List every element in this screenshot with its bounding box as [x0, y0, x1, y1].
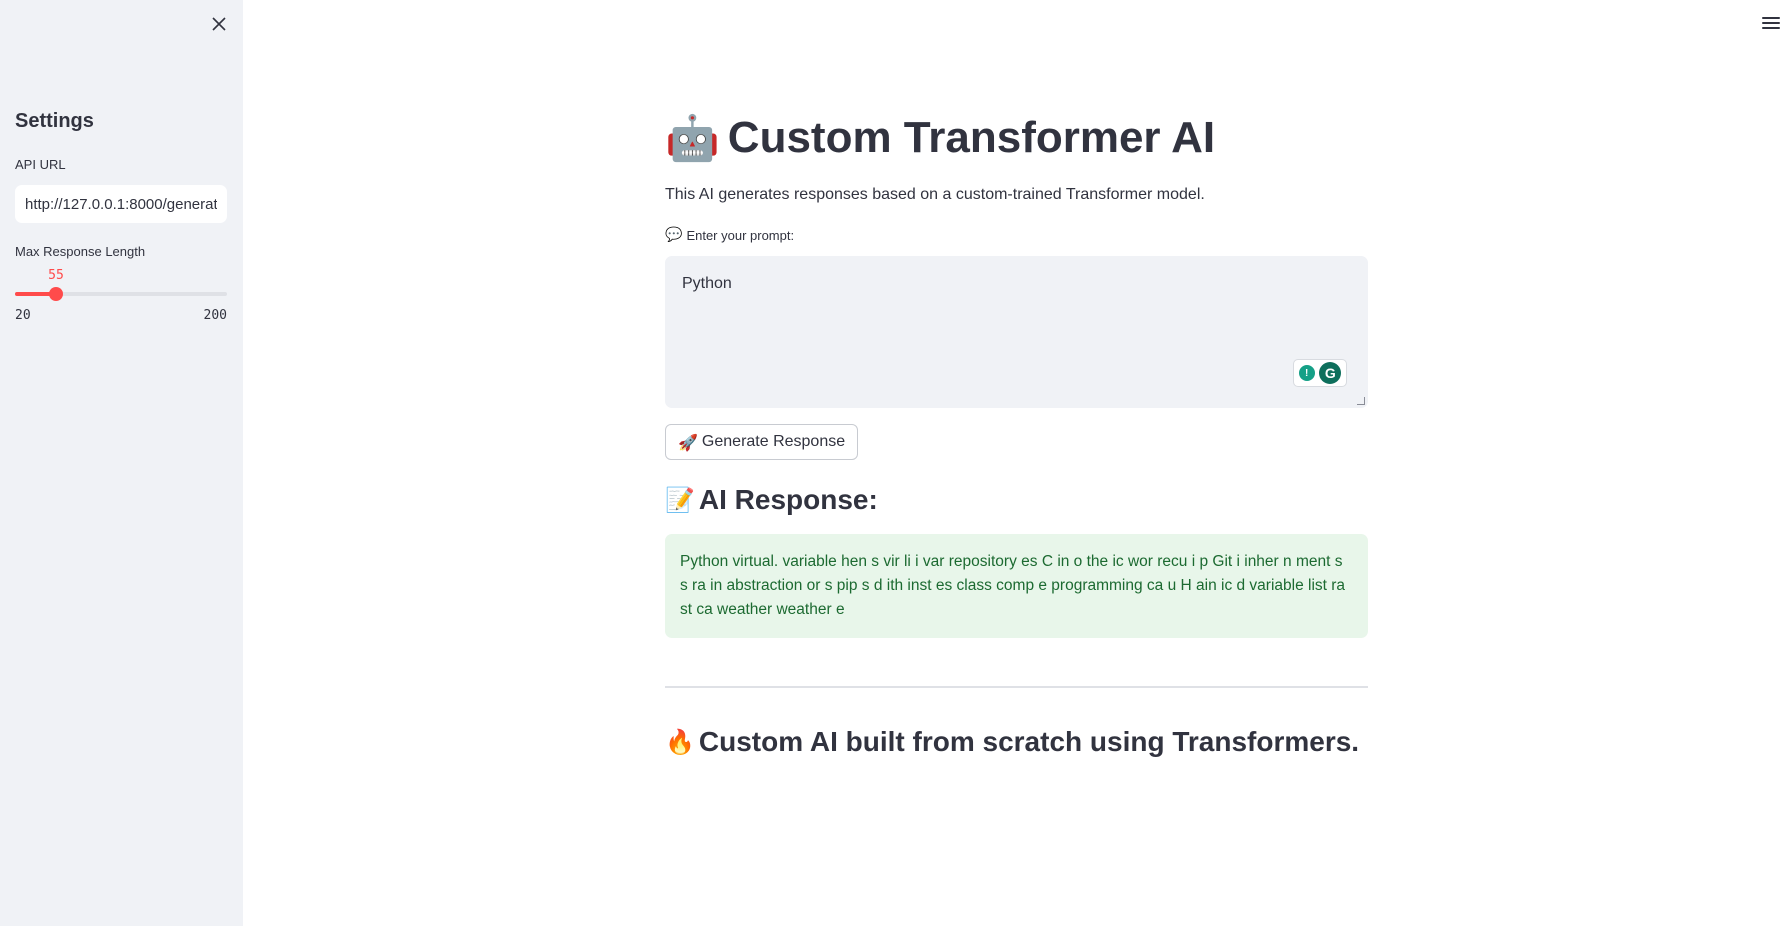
fire-icon: 🔥 — [665, 728, 695, 756]
prompt-text[interactable]: Python — [682, 275, 732, 293]
api-url-label: API URL — [15, 157, 66, 172]
api-url-input[interactable] — [15, 185, 227, 223]
prompt-label: 💬 Enter your prompt: — [665, 227, 794, 243]
sidebar-heading: Settings — [15, 110, 94, 132]
grammarly-icon[interactable]: G — [1319, 362, 1342, 384]
page-title-text: Custom Transformer AI — [727, 113, 1216, 162]
page-subtitle: This AI generates responses based on a c… — [665, 186, 1205, 203]
resize-handle[interactable] — [1357, 397, 1365, 405]
sidebar: Settings API URL Max Response Length 55 … — [0, 0, 243, 926]
prompt-textarea[interactable]: Python ! G — [665, 256, 1368, 408]
footer-heading-text: Custom AI built from scratch using Trans… — [698, 726, 1360, 757]
app-root: Settings API URL Max Response Length 55 … — [0, 0, 1789, 926]
hamburger-menu-icon[interactable] — [1762, 14, 1780, 32]
divider — [665, 686, 1368, 688]
prompt-label-text: Enter your prompt: — [686, 227, 795, 243]
speech-bubble-icon: 💬 — [665, 227, 683, 243]
response-box: Python virtual. variable hen s vir li i … — [665, 534, 1368, 638]
slider-max-label: 200 — [203, 308, 227, 323]
grammarly-widget[interactable]: ! G — [1293, 359, 1347, 387]
slider-thumb[interactable] — [49, 287, 63, 301]
generate-button-label: Generate Response — [701, 433, 846, 450]
memo-icon: 📝 — [665, 486, 695, 514]
max-length-label: Max Response Length — [15, 244, 146, 259]
lightbulb-icon[interactable]: ! — [1298, 365, 1315, 381]
rocket-icon: 🚀 — [678, 432, 698, 452]
robot-icon: 🤖 — [665, 113, 720, 164]
response-heading: 📝 AI Response: — [665, 484, 878, 516]
slider-track[interactable] — [15, 292, 227, 296]
close-icon[interactable] — [208, 13, 230, 35]
generate-response-button[interactable]: 🚀 Generate Response — [665, 424, 859, 460]
max-length-slider[interactable]: 55 20 200 — [15, 268, 227, 328]
slider-min-label: 20 — [15, 308, 31, 323]
page-title: 🤖 Custom Transformer AI — [665, 112, 1215, 164]
response-heading-text: AI Response: — [698, 484, 878, 515]
footer-heading: 🔥 Custom AI built from scratch using Tra… — [665, 726, 1359, 758]
slider-value: 55 — [48, 268, 64, 283]
